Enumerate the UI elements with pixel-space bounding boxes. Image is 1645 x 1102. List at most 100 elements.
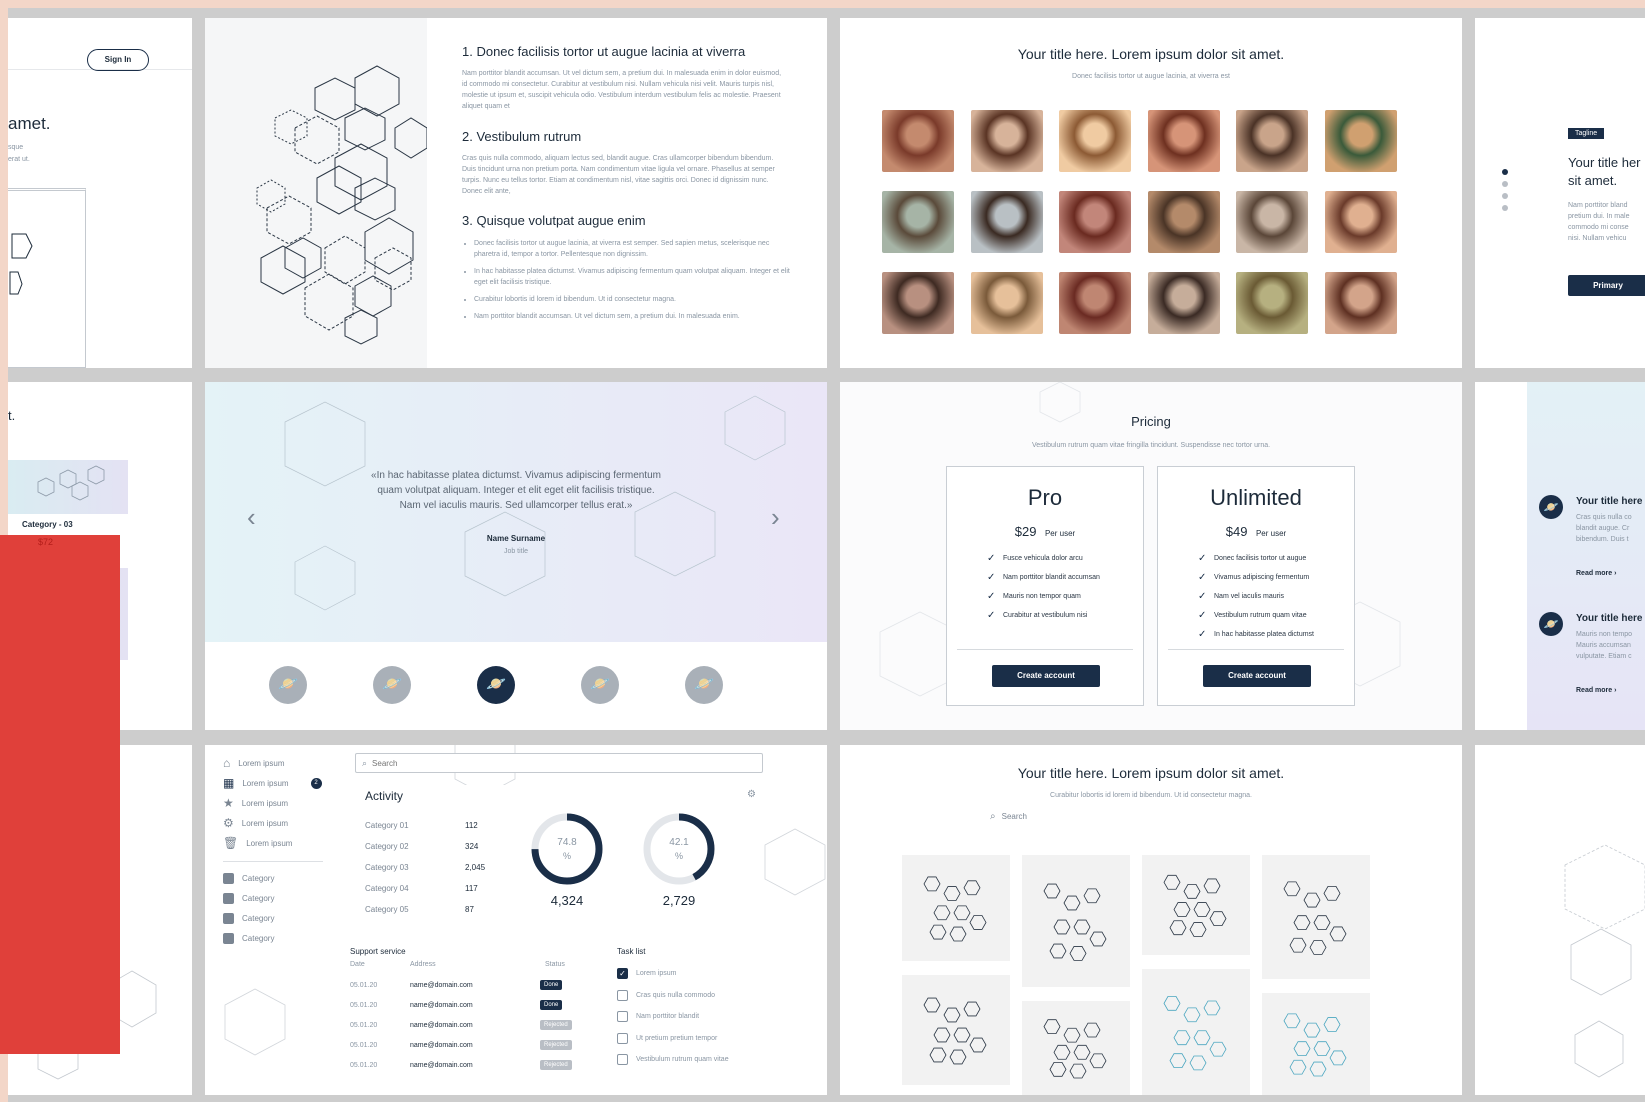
plan-divider bbox=[957, 649, 1133, 650]
avatar-active[interactable]: 🪐 bbox=[477, 666, 515, 704]
support-row[interactable]: 05.01.20 name@domain.com Done bbox=[350, 995, 580, 1015]
search-input[interactable] bbox=[372, 758, 733, 768]
plan-price: $49 bbox=[1225, 524, 1248, 539]
sidebar-item-home[interactable]: ⌂ Lorem ipsum bbox=[223, 753, 343, 773]
category-item[interactable]: Category bbox=[223, 928, 343, 948]
hexagon-illustration-thumbnail[interactable] bbox=[1262, 855, 1370, 979]
portrait-photo[interactable] bbox=[1325, 110, 1397, 172]
grid-icon: ▦ bbox=[223, 776, 235, 790]
testimonial-card: «In hac habitasse platea dictumst. Vivam… bbox=[205, 382, 827, 730]
portrait-photo[interactable] bbox=[1059, 272, 1132, 334]
search-bar[interactable]: ⌕ bbox=[355, 753, 763, 773]
hexagon-illustration-thumbnail[interactable] bbox=[1022, 1001, 1130, 1095]
create-account-button[interactable]: Create account bbox=[1203, 665, 1311, 687]
portrait-photo[interactable] bbox=[970, 191, 1043, 253]
donut-2-unit: % bbox=[674, 851, 683, 861]
portrait-photo[interactable] bbox=[970, 110, 1043, 172]
sign-in-button[interactable]: Sign In bbox=[87, 49, 149, 71]
portrait-photo[interactable] bbox=[1236, 110, 1309, 172]
bullet-item: In hac habitasse platea dictumst. Vivamu… bbox=[474, 266, 792, 288]
portrait-photo[interactable] bbox=[1147, 110, 1220, 172]
category-item[interactable]: Category bbox=[223, 868, 343, 888]
portrait-photo[interactable] bbox=[882, 110, 954, 172]
star-icon: ★ bbox=[223, 796, 234, 810]
sidebar-item-grid[interactable]: ▦ Lorem ipsum 2 bbox=[223, 773, 343, 793]
category-item[interactable]: Category bbox=[223, 908, 343, 928]
hexagon-illustration-thumbnail[interactable] bbox=[1142, 855, 1250, 955]
feature-text-line: Mauris non tempo bbox=[1576, 631, 1633, 638]
bullet-item: Donec facilisis tortor ut augue lacinia,… bbox=[474, 238, 792, 260]
task-item[interactable]: Vestibulum rutrum quam vitae bbox=[617, 1049, 763, 1071]
planet-icon: 🪐 bbox=[1539, 612, 1563, 636]
hexagon-illustration-thumbnail[interactable] bbox=[1022, 855, 1130, 987]
avatar[interactable]: 🪐 bbox=[373, 666, 411, 704]
hexagon-illustration-thumbnail[interactable] bbox=[902, 855, 1010, 961]
pagination-dot[interactable] bbox=[1502, 193, 1508, 199]
carousel-prev-button[interactable]: ‹ bbox=[247, 502, 256, 533]
support-row[interactable]: 05.01.20 name@domain.com Rejected bbox=[350, 1055, 580, 1075]
task-checkbox[interactable] bbox=[617, 1011, 628, 1023]
header-address: Address bbox=[410, 961, 436, 968]
activity-settings-icon[interactable]: ⚙ bbox=[747, 789, 756, 800]
sidebar-item-favorites[interactable]: ★ Lorem ipsum bbox=[223, 793, 343, 813]
row-address: name@domain.com bbox=[410, 1001, 473, 1009]
portrait-photo[interactable] bbox=[1325, 191, 1397, 253]
create-account-button[interactable]: Create account bbox=[992, 665, 1100, 687]
sidebar-item-settings[interactable]: ⚙ Lorem ipsum bbox=[223, 813, 343, 833]
gallery-subtitle: Donec facilisis tortor ut augue lacinia,… bbox=[1072, 73, 1230, 80]
hexagon-illustration-thumbnail[interactable] bbox=[1262, 993, 1370, 1095]
tagline-text-line: nisi. Nullam vehicu bbox=[1568, 235, 1627, 242]
avatar[interactable]: 🪐 bbox=[685, 666, 723, 704]
portrait-photo[interactable] bbox=[882, 272, 954, 334]
pagination-dot-active[interactable] bbox=[1502, 169, 1508, 175]
support-row[interactable]: 05.01.20 name@domain.com Rejected bbox=[350, 1035, 580, 1055]
support-row[interactable]: 05.01.20 name@domain.com Done bbox=[350, 975, 580, 995]
row-date: 05.01.20 bbox=[350, 1001, 378, 1009]
read-more-link[interactable]: Read more › bbox=[1576, 570, 1616, 577]
carousel-next-button[interactable]: › bbox=[771, 502, 780, 533]
read-more-link[interactable]: Read more › bbox=[1576, 687, 1616, 694]
quote-line-3: Nam vel iaculis mauris. Sed ullamcorper … bbox=[399, 500, 633, 511]
status-badge: Rejected bbox=[540, 1040, 572, 1050]
portrait-photo[interactable] bbox=[1147, 191, 1220, 253]
task-item[interactable]: Nam porttitor blandit bbox=[617, 1006, 763, 1028]
portrait-photo[interactable] bbox=[970, 272, 1043, 334]
feature-item: ✓ Nam vel iaculis mauris bbox=[1198, 587, 1314, 606]
portrait-photo[interactable] bbox=[1059, 110, 1132, 172]
avatar[interactable]: 🪐 bbox=[269, 666, 307, 704]
plan-unit: Per user bbox=[1044, 529, 1076, 538]
tagline-text-line: pretium dui. In male bbox=[1568, 213, 1630, 220]
portrait-photo[interactable] bbox=[1325, 272, 1397, 334]
task-checkbox[interactable] bbox=[617, 1032, 628, 1044]
planet-icon: 🪐 bbox=[278, 676, 298, 693]
illustrations-search[interactable]: ⌕ Search bbox=[990, 811, 1027, 822]
tag-icon bbox=[223, 892, 234, 904]
hexagon-illustration-thumbnail[interactable] bbox=[902, 975, 1010, 1085]
hexagon-illustration-thumbnail[interactable] bbox=[1142, 969, 1250, 1095]
task-checkbox[interactable] bbox=[617, 989, 628, 1001]
primary-button[interactable]: Primary bbox=[1568, 275, 1645, 296]
quote-line-1: «In hac habitasse platea dictumst. Vivam… bbox=[371, 470, 661, 481]
pagination-dot[interactable] bbox=[1502, 181, 1508, 187]
task-item[interactable]: Ut pretium pretium tempor bbox=[617, 1028, 763, 1050]
avatar[interactable]: 🪐 bbox=[581, 666, 619, 704]
task-checkbox[interactable] bbox=[617, 1054, 628, 1066]
chevron-right-icon: › bbox=[1614, 687, 1617, 694]
task-item[interactable]: ✓ Lorem ipsum bbox=[617, 963, 763, 985]
portrait-photo[interactable] bbox=[1236, 191, 1309, 253]
category-item[interactable]: Category bbox=[223, 888, 343, 908]
support-row[interactable]: 05.01.20 name@domain.com Rejected bbox=[350, 1015, 580, 1035]
task-checkbox[interactable]: ✓ bbox=[617, 968, 628, 980]
sidebar-divider bbox=[223, 861, 323, 862]
feature-item: ✓ Mauris non tempor quam bbox=[987, 587, 1100, 606]
portrait-photo[interactable] bbox=[1059, 191, 1132, 253]
support-panel: Support service Date Address Status 05.0… bbox=[350, 943, 585, 1089]
sidebar-item-trash[interactable]: 🗑 Lorem ipsum bbox=[223, 833, 343, 853]
portrait-photo[interactable] bbox=[1147, 272, 1220, 334]
portrait-photo[interactable] bbox=[1236, 272, 1309, 334]
pagination-dot[interactable] bbox=[1502, 205, 1508, 211]
task-item[interactable]: Cras quis nulla commodo bbox=[617, 985, 763, 1007]
row-address: name@domain.com bbox=[410, 1041, 473, 1049]
activity-panel: Activity ⚙ Category 01 112 Category 02 324… bbox=[355, 785, 763, 931]
portrait-photo[interactable] bbox=[882, 191, 954, 253]
